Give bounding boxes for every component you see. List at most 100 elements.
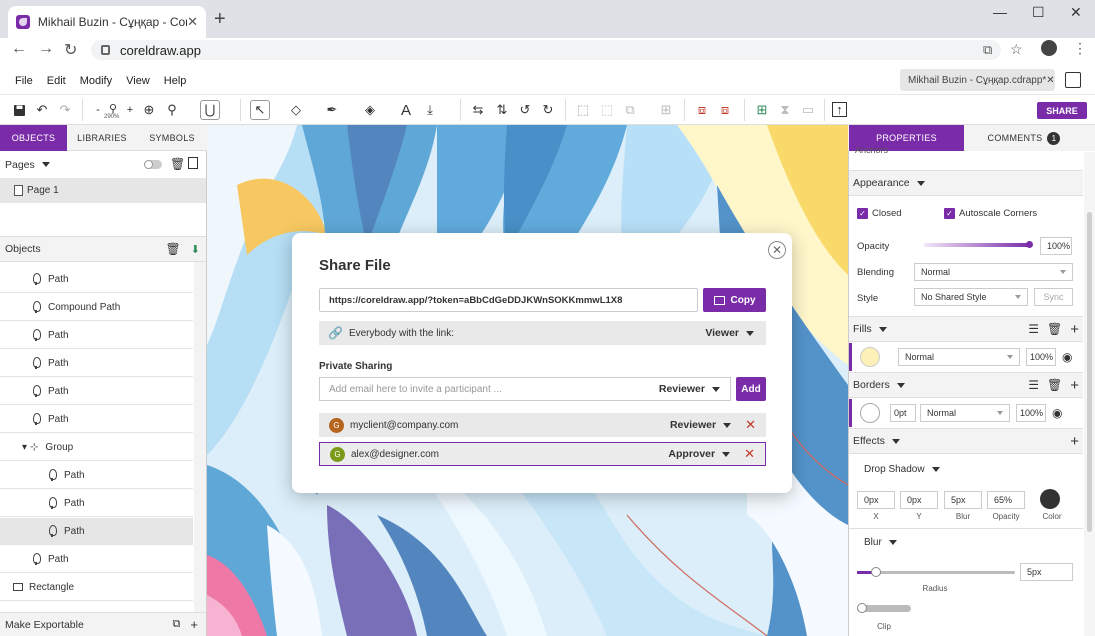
fill-settings-icon[interactable]: ☰ bbox=[1028, 322, 1039, 336]
close-tab-icon[interactable]: ✕ bbox=[187, 14, 198, 30]
forward-arrow-icon[interactable]: → bbox=[38, 40, 54, 58]
properties-scrollbar[interactable] bbox=[1084, 152, 1095, 636]
url-field[interactable]: coreldraw.app bbox=[91, 40, 1001, 60]
sync-button[interactable]: Sync bbox=[1034, 288, 1073, 306]
browser-tab[interactable]: Mikhail Buzin - Сұңқар - CorelDRAW ✕ bbox=[8, 6, 206, 38]
export-icon[interactable]: ↑ bbox=[832, 102, 847, 117]
close-document-icon[interactable]: ✕ bbox=[1046, 75, 1054, 86]
order-front-icon[interactable]: ⧈ bbox=[692, 100, 712, 120]
object-row[interactable]: Path bbox=[0, 378, 193, 405]
object-row[interactable]: Path bbox=[0, 518, 193, 545]
blur-dropdown[interactable]: Blur bbox=[864, 537, 897, 548]
participant-role-dropdown[interactable]: Reviewer bbox=[670, 419, 732, 431]
object-row[interactable]: Path bbox=[0, 406, 193, 433]
delete-page-icon[interactable]: 🗑 bbox=[170, 157, 185, 171]
rotate-left-icon[interactable]: ↺ bbox=[515, 100, 535, 120]
border-visibility-eye-icon[interactable]: ◉ bbox=[1052, 406, 1062, 420]
objects-scrollbar[interactable] bbox=[194, 262, 206, 612]
autoscale-checkbox[interactable]: ✓ Autoscale Corners bbox=[944, 208, 1037, 219]
add-object-icon[interactable]: ⬇ bbox=[191, 243, 200, 256]
flip-vertical-icon[interactable]: ⇅ bbox=[492, 100, 512, 120]
copy-link-button[interactable]: Copy bbox=[703, 288, 766, 312]
reload-icon[interactable]: ↻ bbox=[64, 40, 77, 60]
object-row[interactable]: Path bbox=[0, 350, 193, 377]
frame-icon[interactable]: ▭ bbox=[798, 100, 818, 120]
pages-toggle[interactable] bbox=[144, 160, 162, 169]
border-opacity-input[interactable]: 100% bbox=[1016, 404, 1046, 422]
object-row[interactable]: Path bbox=[0, 266, 193, 293]
opacity-slider-handle[interactable] bbox=[1026, 241, 1033, 248]
expand-group-icon[interactable]: ▾ bbox=[22, 442, 27, 453]
object-row[interactable]: Rectangle bbox=[0, 574, 193, 601]
menu-edit[interactable]: Edit bbox=[47, 75, 66, 87]
tab-comments[interactable]: COMMENTS 1 bbox=[964, 125, 1084, 151]
shadow-opacity-input[interactable]: 65% bbox=[987, 491, 1025, 509]
open-in-app-icon[interactable]: ⧉ bbox=[983, 42, 992, 58]
fill-mode-select[interactable]: Normal bbox=[898, 348, 1020, 366]
menu-modify[interactable]: Modify bbox=[80, 75, 112, 87]
chevron-down-icon[interactable] bbox=[896, 382, 905, 388]
appearance-header[interactable]: Appearance bbox=[849, 170, 1083, 196]
shadow-blur-input[interactable]: 5px bbox=[944, 491, 982, 509]
flip-horizontal-icon[interactable]: ⇆ bbox=[468, 100, 488, 120]
object-row[interactable]: Compound Path bbox=[0, 294, 193, 321]
tab-symbols[interactable]: SYMBOLS bbox=[137, 125, 207, 151]
add-border-icon[interactable]: + bbox=[1070, 377, 1079, 394]
delete-fill-icon[interactable]: 🗑 bbox=[1047, 322, 1062, 336]
save-icon[interactable] bbox=[9, 100, 29, 120]
snap-magnet-icon[interactable]: ⋃ bbox=[200, 100, 220, 120]
align-icon[interactable]: ⊞ bbox=[656, 100, 676, 120]
add-export-icon[interactable]: + bbox=[190, 617, 198, 632]
pick-tool-icon[interactable]: ↖ bbox=[250, 100, 270, 120]
invite-email-input[interactable]: Add email here to invite a participant .… bbox=[319, 377, 731, 401]
fill-opacity-input[interactable]: 100% bbox=[1026, 348, 1056, 366]
object-row[interactable]: Path bbox=[0, 546, 193, 573]
blending-select[interactable]: Normal bbox=[914, 263, 1073, 281]
fill-tool-icon[interactable]: ◈ bbox=[360, 100, 380, 120]
pages-dropdown-icon[interactable] bbox=[41, 162, 50, 167]
add-effect-icon[interactable]: + bbox=[1070, 433, 1079, 450]
add-page-icon[interactable]: ⊞ bbox=[752, 100, 772, 120]
text-tool-icon[interactable]: A bbox=[396, 100, 416, 120]
shadow-color-swatch[interactable] bbox=[1040, 489, 1060, 509]
clip-toggle[interactable] bbox=[857, 603, 911, 613]
new-tab-button[interactable]: + bbox=[214, 8, 226, 31]
bookmark-star-icon[interactable]: ☆ bbox=[1010, 41, 1023, 58]
chevron-down-icon[interactable] bbox=[891, 438, 900, 444]
redo-icon[interactable]: ↷ bbox=[55, 100, 75, 120]
order-back-icon[interactable]: ⧈ bbox=[715, 100, 735, 120]
border-width-input[interactable]: 0pt bbox=[890, 404, 916, 422]
menu-view[interactable]: View bbox=[126, 75, 150, 87]
shadow-x-input[interactable]: 0px bbox=[857, 491, 895, 509]
close-window-button[interactable]: ✕ bbox=[1070, 4, 1082, 21]
menu-file[interactable]: File bbox=[15, 75, 33, 87]
ungroup-icon[interactable]: ⬚ bbox=[597, 100, 617, 120]
delete-object-icon[interactable]: 🗑 bbox=[166, 242, 181, 256]
participant-role-dropdown[interactable]: Approver bbox=[668, 448, 731, 460]
tab-libraries[interactable]: LIBRARIES bbox=[67, 125, 137, 151]
add-fill-icon[interactable]: + bbox=[1070, 321, 1079, 338]
pen-tool-icon[interactable]: ✒ bbox=[322, 100, 342, 120]
fill-color-swatch[interactable] bbox=[860, 347, 880, 367]
zoom-fit-icon[interactable]: ⊕ bbox=[139, 100, 159, 120]
profile-avatar-icon[interactable] bbox=[1041, 40, 1057, 56]
menu-help[interactable]: Help bbox=[164, 75, 187, 87]
blur-slider-handle[interactable] bbox=[871, 567, 881, 577]
browser-menu-icon[interactable]: ⋮ bbox=[1073, 40, 1087, 57]
zoom-tool-icon[interactable]: ⚲ bbox=[162, 100, 182, 120]
rotate-right-icon[interactable]: ↻ bbox=[538, 100, 558, 120]
page-item[interactable]: Page 1 bbox=[0, 178, 206, 203]
object-row[interactable]: ▾ ⊹ Group bbox=[0, 434, 193, 461]
object-row[interactable]: Path bbox=[0, 322, 193, 349]
object-row[interactable]: Path bbox=[0, 490, 193, 517]
share-button[interactable]: SHARE bbox=[1037, 102, 1087, 119]
zoom-in-small-icon[interactable]: + bbox=[120, 100, 140, 120]
undo-icon[interactable]: ↶ bbox=[32, 100, 52, 120]
group-icon[interactable]: ⬚ bbox=[573, 100, 593, 120]
closed-checkbox[interactable]: ✓ Closed bbox=[857, 208, 902, 219]
participant-row[interactable]: Galex@designer.com Approver ✕ bbox=[319, 442, 766, 466]
remove-participant-icon[interactable]: ✕ bbox=[745, 417, 756, 433]
minimize-window-button[interactable]: — bbox=[993, 4, 1007, 20]
add-participant-button[interactable]: Add bbox=[736, 377, 766, 401]
link-icon[interactable]: ⧗ bbox=[775, 100, 795, 120]
